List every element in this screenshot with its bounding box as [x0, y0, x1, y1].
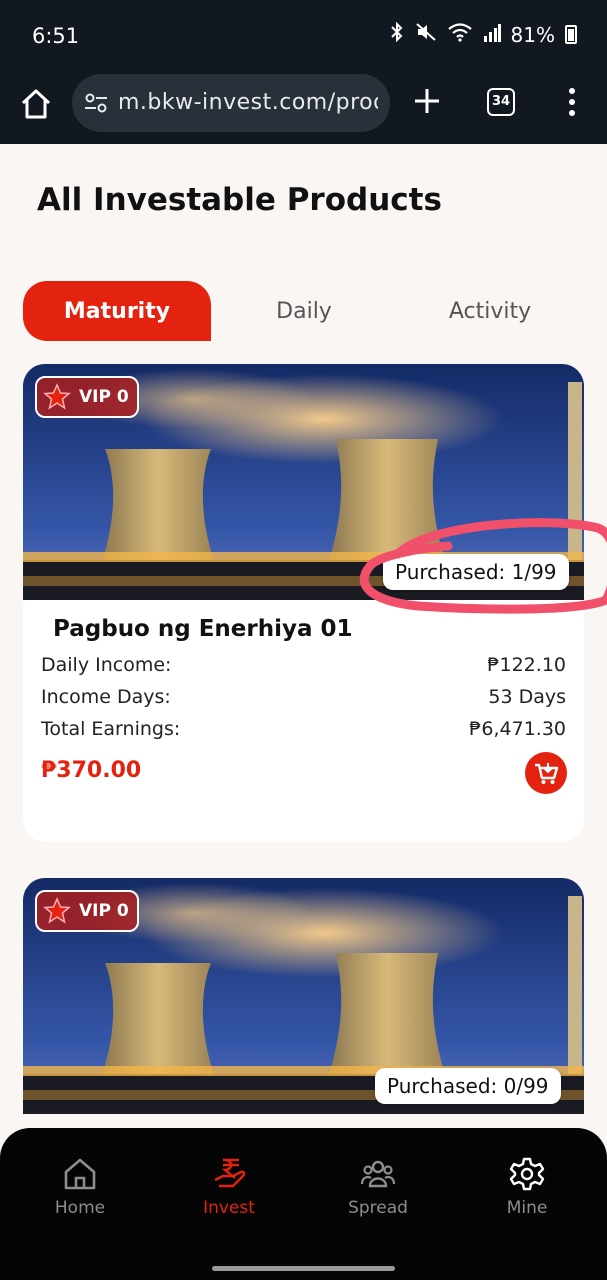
nav-invest-label: Invest [203, 1198, 255, 1218]
browser-toolbar: m.bkw-invest.com/products 34 [0, 72, 607, 144]
buy-button[interactable] [525, 752, 567, 794]
star-icon [43, 383, 71, 410]
invest-icon [214, 1158, 246, 1188]
dot [569, 88, 575, 94]
battery-icon [565, 25, 577, 44]
total-earnings-value: ₱6,471.30 [469, 718, 566, 740]
browser-menu-button[interactable] [560, 88, 584, 118]
nav-mine[interactable]: Mine [472, 1156, 582, 1226]
product-card[interactable]: VIP 0 Purchased: 0/99 [23, 878, 584, 1114]
daily-income-value: ₱122.10 [487, 654, 566, 676]
tab-activity[interactable]: Activity [396, 281, 584, 341]
battery-percent: 81% [510, 22, 555, 47]
status-time: 6:51 [32, 24, 80, 48]
home-icon [21, 89, 51, 119]
cart-icon [535, 763, 559, 784]
dot [569, 110, 575, 116]
site-settings-icon[interactable] [84, 92, 108, 114]
address-bar[interactable]: m.bkw-invest.com/products [72, 74, 390, 132]
tab-daily[interactable]: Daily [210, 281, 398, 341]
nav-invest[interactable]: Invest [174, 1156, 284, 1226]
url-text: m.bkw-invest.com/products [118, 90, 378, 115]
tab-maturity[interactable]: Maturity [23, 281, 211, 341]
income-days-label: Income Days: [41, 686, 171, 708]
vip-label: VIP 0 [79, 901, 129, 921]
plus-icon [415, 89, 439, 113]
product-tabs: Maturity Daily Activity [23, 281, 584, 341]
mute-icon [415, 22, 437, 47]
browser-home-button[interactable] [18, 86, 54, 122]
home-icon [64, 1158, 96, 1190]
nav-spread[interactable]: Spread [323, 1156, 433, 1226]
star-icon [43, 897, 71, 924]
nav-home[interactable]: Home [25, 1156, 135, 1226]
daily-income-label: Daily Income: [41, 654, 172, 676]
gear-icon [509, 1157, 545, 1191]
people-icon [360, 1160, 396, 1188]
total-earnings-label: Total Earnings: [41, 718, 181, 740]
signal-icon [483, 23, 501, 47]
status-icons: 81% [389, 21, 577, 47]
gesture-bar[interactable] [212, 1266, 395, 1271]
bluetooth-icon [389, 21, 405, 47]
nav-home-label: Home [54, 1198, 106, 1218]
bottom-nav: Home Invest Spread Mine [0, 1128, 607, 1280]
vip-label: VIP 0 [79, 387, 129, 407]
product-card[interactable]: VIP 0 Purchased: 1/99 Pagbuo ng Enerhiya… [23, 364, 584, 842]
tab-switcher-button[interactable]: 34 [487, 88, 515, 116]
nav-mine-label: Mine [506, 1198, 548, 1218]
purchased-badge: Purchased: 1/99 [383, 554, 569, 590]
vip-badge: VIP 0 [35, 890, 139, 932]
purchased-badge: Purchased: 0/99 [375, 1068, 561, 1104]
dot [569, 99, 575, 105]
product-price: ₱370.00 [41, 758, 142, 783]
status-bar: 6:51 81% [0, 0, 607, 72]
income-days-value: 53 Days [488, 686, 566, 708]
new-tab-button[interactable] [410, 84, 444, 118]
product-name: Pagbuo ng Enerhiya 01 [53, 616, 353, 642]
vip-badge: VIP 0 [35, 376, 139, 418]
nav-spread-label: Spread [348, 1198, 408, 1218]
page-title: All Investable Products [37, 182, 442, 218]
wifi-icon [447, 22, 473, 47]
